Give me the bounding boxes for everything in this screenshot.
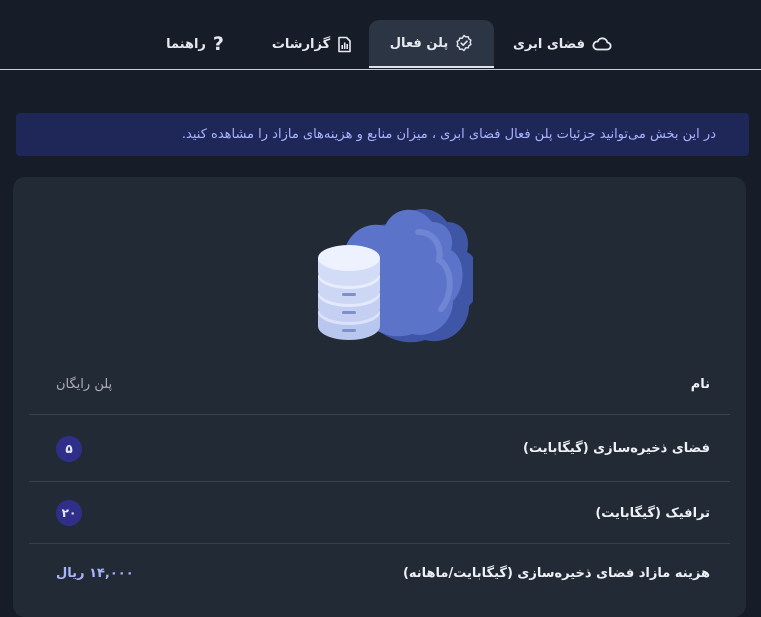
plan-name-label: نام <box>690 377 710 392</box>
plan-card: نام پلن رایگان فضای ذخیره‌سازی (گیگابایت… <box>13 177 746 617</box>
row-traffic: ترافیک (گیگابایت) ۲۰ <box>29 483 730 544</box>
traffic-label: ترافیک (گیگابایت) <box>595 505 710 521</box>
tab-help[interactable]: ? راهنما <box>150 20 240 68</box>
info-banner: در این بخش می‌توانید جزئیات پلن فعال فضا… <box>16 113 749 156</box>
extra-cost-value: ۱۴,۰۰۰ ریال <box>56 565 134 581</box>
plan-name-value: پلن رایگان <box>56 377 113 392</box>
row-plan-name: نام پلن رایگان <box>29 355 730 415</box>
tab-reports[interactable]: گزارشات <box>262 20 362 68</box>
storage-value-badge: ۵ <box>56 435 82 462</box>
tab-label: فضای ابری <box>513 36 585 52</box>
row-storage: فضای ذخیره‌سازی (گیگابایت) ۵ <box>29 416 730 482</box>
question-icon: ? <box>212 32 224 55</box>
tab-label: راهنما <box>166 36 206 52</box>
row-extra-cost: هزینه مازاد فضای ذخیره‌سازی (گیگابایت/ما… <box>29 545 730 601</box>
storage-label: فضای ذخیره‌سازی (گیگابایت) <box>523 441 710 456</box>
cloud-icon <box>592 36 612 52</box>
tab-cloud-space[interactable]: فضای ابری <box>505 20 620 68</box>
extra-cost-label: هزینه مازاد فضای ذخیره‌سازی (گیگابایت/ما… <box>402 565 710 581</box>
tab-bar: فضای ابری پلن فعال گزارشات ? راهنما <box>0 0 761 70</box>
cloud-storage-illustration <box>298 202 480 361</box>
traffic-value-badge: ۲۰ <box>56 500 82 526</box>
tab-active-plan[interactable]: پلن فعال <box>369 20 494 68</box>
info-text: در این بخش می‌توانید جزئیات پلن فعال فضا… <box>181 127 716 142</box>
tab-label: پلن فعال <box>389 35 449 51</box>
tab-label: گزارشات <box>271 36 331 52</box>
report-icon <box>337 36 352 53</box>
check-badge-icon <box>455 34 473 52</box>
